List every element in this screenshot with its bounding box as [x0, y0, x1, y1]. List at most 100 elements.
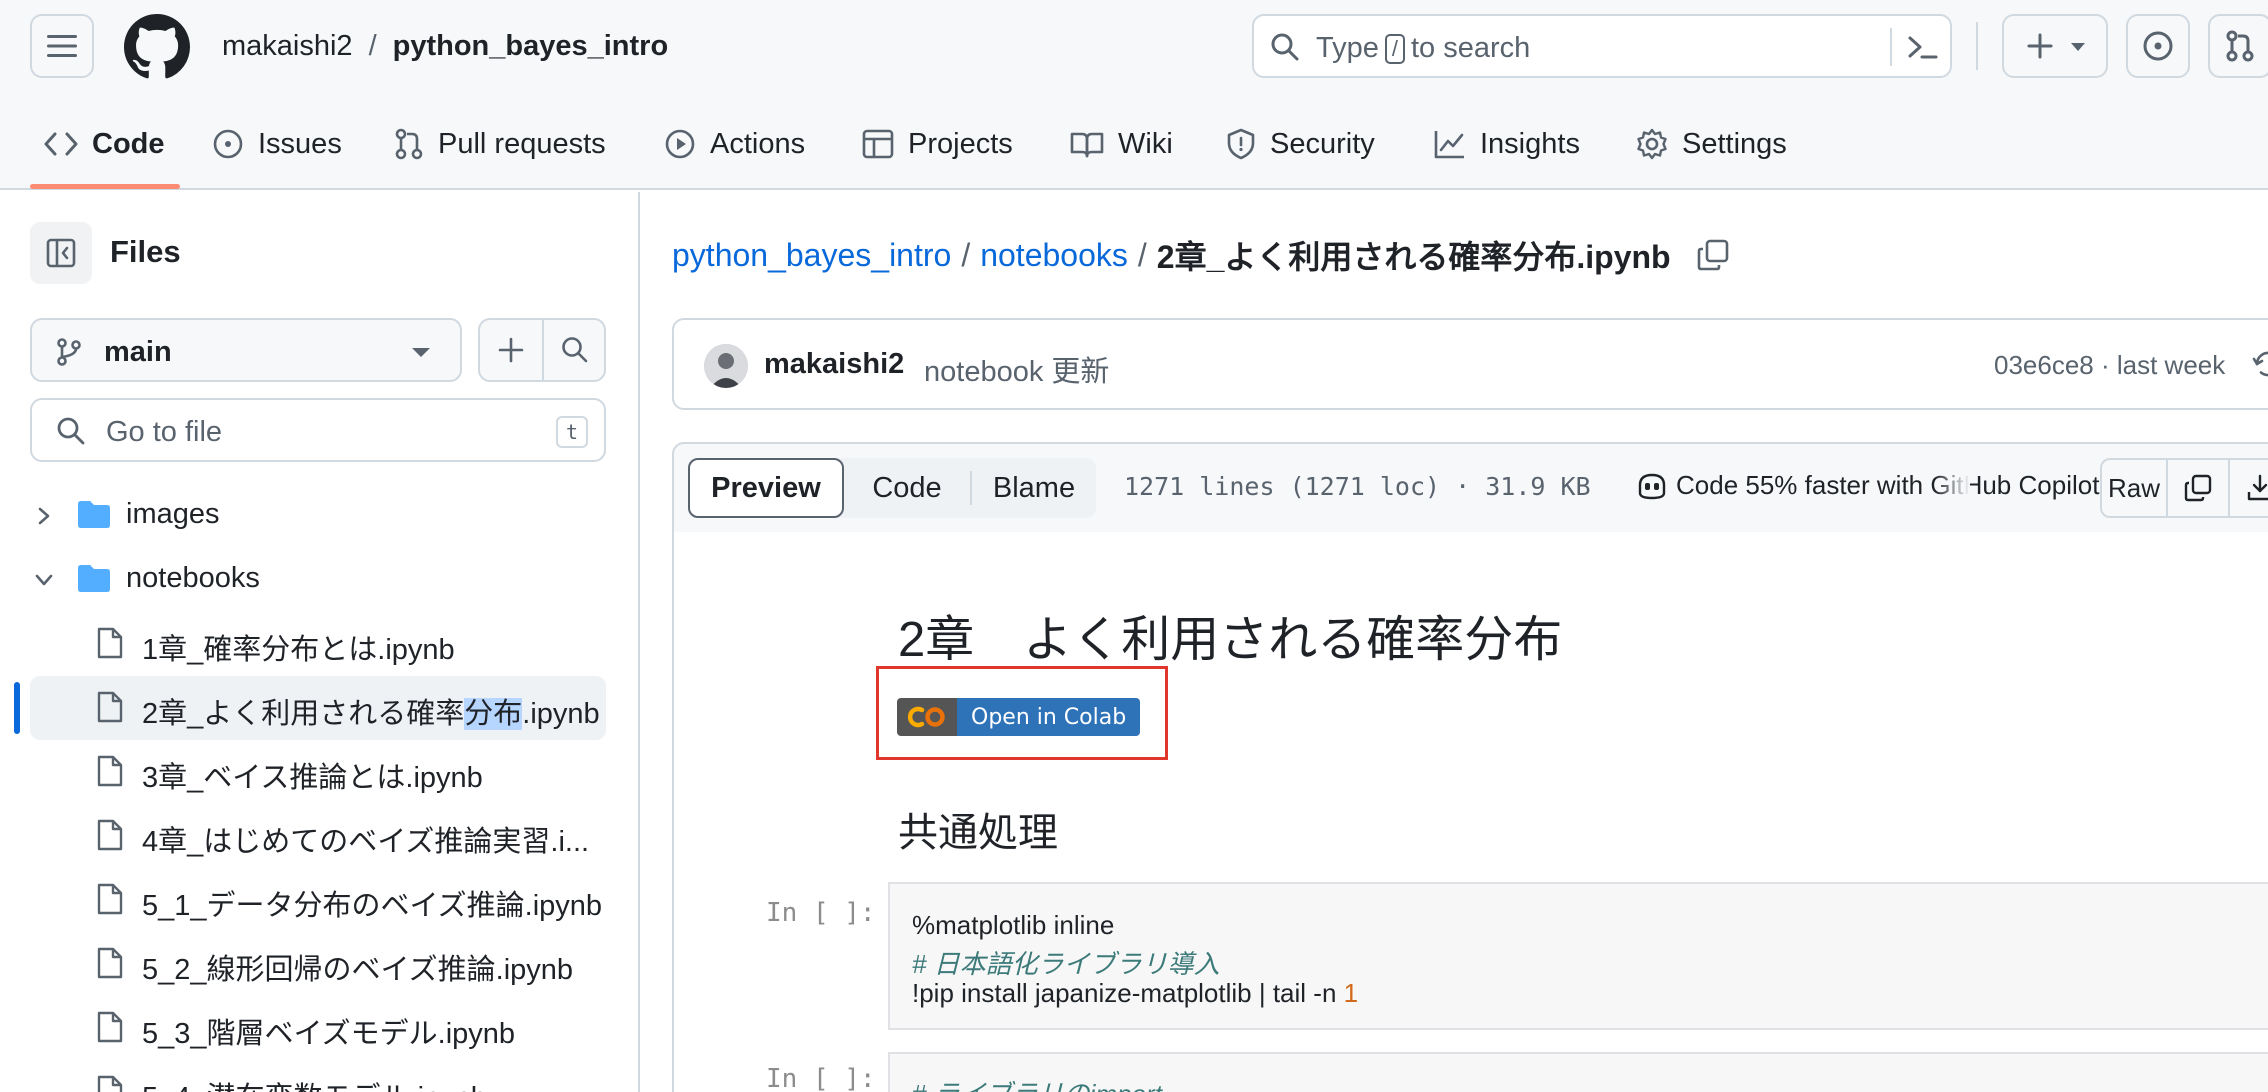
- label-selection-highlight: 分布: [464, 698, 523, 730]
- history-icon[interactable]: [2252, 348, 2268, 380]
- file-icon: [97, 691, 123, 723]
- search-placeholder-before: Type: [1316, 32, 1379, 64]
- tab-wiki[interactable]: Wiki: [1070, 124, 1173, 164]
- menu-button[interactable]: [30, 14, 94, 78]
- tree-item-file[interactable]: 5_3_階層ベイズモデル.ipynb: [0, 996, 640, 1060]
- code-icon: [44, 132, 78, 156]
- copilot-promo-text: Code 55% faster with GitHub Copilot: [1676, 470, 2100, 500]
- tree-item-label: 5_2_線形回帰のベイズ推論.ipynb: [142, 954, 574, 986]
- code-cell: %matplotlib inline # 日本語化ライブラリ導入 !pip in…: [888, 882, 2268, 1030]
- code-text: !pip install japanize-matplotlib | tail …: [912, 978, 1344, 1008]
- triangle-down-icon: [412, 348, 430, 357]
- breadcrumb-current-file: 2章_よく利用される確率分布.ipynb: [1156, 239, 1671, 275]
- copy-raw-button[interactable]: [2168, 460, 2230, 516]
- tree-item-images[interactable]: images: [0, 484, 640, 548]
- notebook-section-heading: 共通処理: [898, 811, 1058, 855]
- commit-message[interactable]: notebook 更新: [924, 348, 1109, 390]
- tab-issues[interactable]: Issues: [212, 124, 342, 164]
- tree-item-label: 1章_確率分布とは.ipynb: [142, 634, 455, 666]
- folder-icon: [78, 501, 110, 528]
- cell-prompt: In [ ]:: [766, 1064, 876, 1092]
- copy-icon: [2184, 474, 2212, 502]
- tree-item-label: 5_3_階層ベイズモデル.ipynb: [142, 1018, 516, 1050]
- play-icon: [665, 129, 695, 159]
- collapse-sidebar-button[interactable]: [30, 222, 92, 284]
- latest-commit-bar: makaishi2 notebook 更新 03e6ce8 · last wee…: [672, 318, 2268, 410]
- github-logo-icon[interactable]: [124, 14, 190, 80]
- tab-wiki-label: Wiki: [1118, 127, 1173, 160]
- tab-pull-requests[interactable]: Pull requests: [394, 124, 606, 164]
- tree-item-label: 4章_はじめてのベイズ推論実習.i...: [142, 826, 590, 858]
- sidebar-collapse-icon: [46, 238, 76, 268]
- file-icon: [97, 755, 123, 787]
- search-files-button[interactable]: [544, 320, 606, 380]
- book-icon: [1070, 132, 1104, 158]
- download-button[interactable]: [2230, 460, 2268, 516]
- copilot-icon: [1638, 473, 1666, 499]
- search-icon: [562, 337, 588, 363]
- active-tab-indicator: [30, 184, 180, 189]
- breadcrumb-folder-link[interactable]: notebooks: [980, 237, 1128, 274]
- search-placeholder-after: to search: [1411, 32, 1531, 64]
- go-to-file-input[interactable]: Go to file t: [30, 398, 606, 462]
- create-new-button[interactable]: [2002, 14, 2108, 78]
- code-tab[interactable]: Code: [844, 458, 970, 518]
- label-part: 2章_よく利用される確率: [142, 698, 465, 730]
- tree-item-file[interactable]: 1章_確率分布とは.ipynb: [0, 612, 640, 676]
- avatar[interactable]: [704, 344, 748, 388]
- tree-item-file[interactable]: 5_1_データ分布のベイズ推論.ipynb: [0, 868, 640, 932]
- copilot-promo-link[interactable]: Code 55% faster with GitHub Copilot: [1636, 470, 2099, 501]
- plus-icon: [2027, 33, 2053, 59]
- tree-item-file[interactable]: 3章_ベイス推論とは.ipynb: [0, 740, 640, 804]
- file-actions: Raw: [2100, 458, 2268, 518]
- your-pull-requests-button[interactable]: [2208, 14, 2268, 78]
- tab-security-label: Security: [1270, 127, 1375, 160]
- view-mode-tabs: Preview Code Blame: [688, 458, 1096, 518]
- owner-link[interactable]: makaishi2: [222, 30, 353, 63]
- download-icon: [2247, 474, 2268, 501]
- repo-nav: Code Issues Pull requests Actions Projec…: [0, 94, 2268, 190]
- blame-tab[interactable]: Blame: [972, 458, 1096, 518]
- tab-security[interactable]: Security: [1226, 124, 1375, 164]
- tab-actions-label: Actions: [710, 127, 806, 160]
- tree-item-file[interactable]: 4章_はじめてのベイズ推論実習.i...: [0, 804, 640, 868]
- code-comment-line: # ライブラリのimport: [912, 1074, 1162, 1092]
- tree-item-file-selected[interactable]: 2章_よく利用される確率分布.ipynb: [0, 676, 640, 740]
- git-branch-icon: [57, 338, 81, 366]
- selected-row-indicator: [14, 682, 20, 734]
- repo-link[interactable]: python_bayes_intro: [393, 30, 669, 63]
- cell-prompt: In [ ]:: [766, 898, 876, 928]
- tab-projects[interactable]: Projects: [862, 124, 1013, 164]
- breadcrumb-repo-link[interactable]: python_bayes_intro: [672, 237, 951, 274]
- search-divider: [1890, 28, 1892, 66]
- issue-opened-icon: [213, 129, 243, 159]
- tree-item-file[interactable]: 5_2_線形回帰のベイズ推論.ipynb: [0, 932, 640, 996]
- add-file-button[interactable]: [480, 320, 542, 380]
- tab-code[interactable]: Code: [44, 124, 165, 164]
- commit-author[interactable]: makaishi2: [764, 348, 904, 381]
- tab-settings[interactable]: Settings: [1636, 124, 1787, 164]
- table-icon: [862, 129, 894, 159]
- file-breadcrumb: python_bayes_intro / notebooks / 2章_よく利用…: [672, 232, 1729, 278]
- open-in-colab-badge[interactable]: Open in Colab: [897, 698, 1141, 736]
- tree-item-file[interactable]: 5_4_潜在変数モデル.ipynb: [0, 1060, 640, 1092]
- tab-actions[interactable]: Actions: [664, 124, 805, 164]
- your-issues-button[interactable]: [2126, 14, 2190, 78]
- commit-hash-and-date[interactable]: 03e6ce8 · last week: [1994, 350, 2225, 381]
- search-icon: [57, 417, 85, 445]
- tree-item-notebooks[interactable]: notebooks: [0, 548, 640, 612]
- tab-settings-label: Settings: [1682, 127, 1787, 160]
- branch-selector[interactable]: main: [30, 318, 462, 382]
- tab-pull-requests-label: Pull requests: [438, 127, 606, 160]
- raw-button[interactable]: Raw: [2102, 460, 2168, 516]
- preview-tab[interactable]: Preview: [688, 458, 844, 518]
- file-icon: [97, 1011, 123, 1043]
- tab-insights[interactable]: Insights: [1434, 124, 1580, 164]
- search-input[interactable]: Type / to search: [1252, 14, 1952, 78]
- copy-path-button[interactable]: [1697, 239, 1729, 271]
- copy-icon: [1697, 239, 1728, 271]
- code-number: 1: [1343, 978, 1359, 1008]
- command-palette-icon[interactable]: [1906, 32, 1940, 62]
- notebook-heading: 2章 よく利用される確率分布: [898, 613, 1563, 667]
- breadcrumb-separator: /: [961, 236, 971, 273]
